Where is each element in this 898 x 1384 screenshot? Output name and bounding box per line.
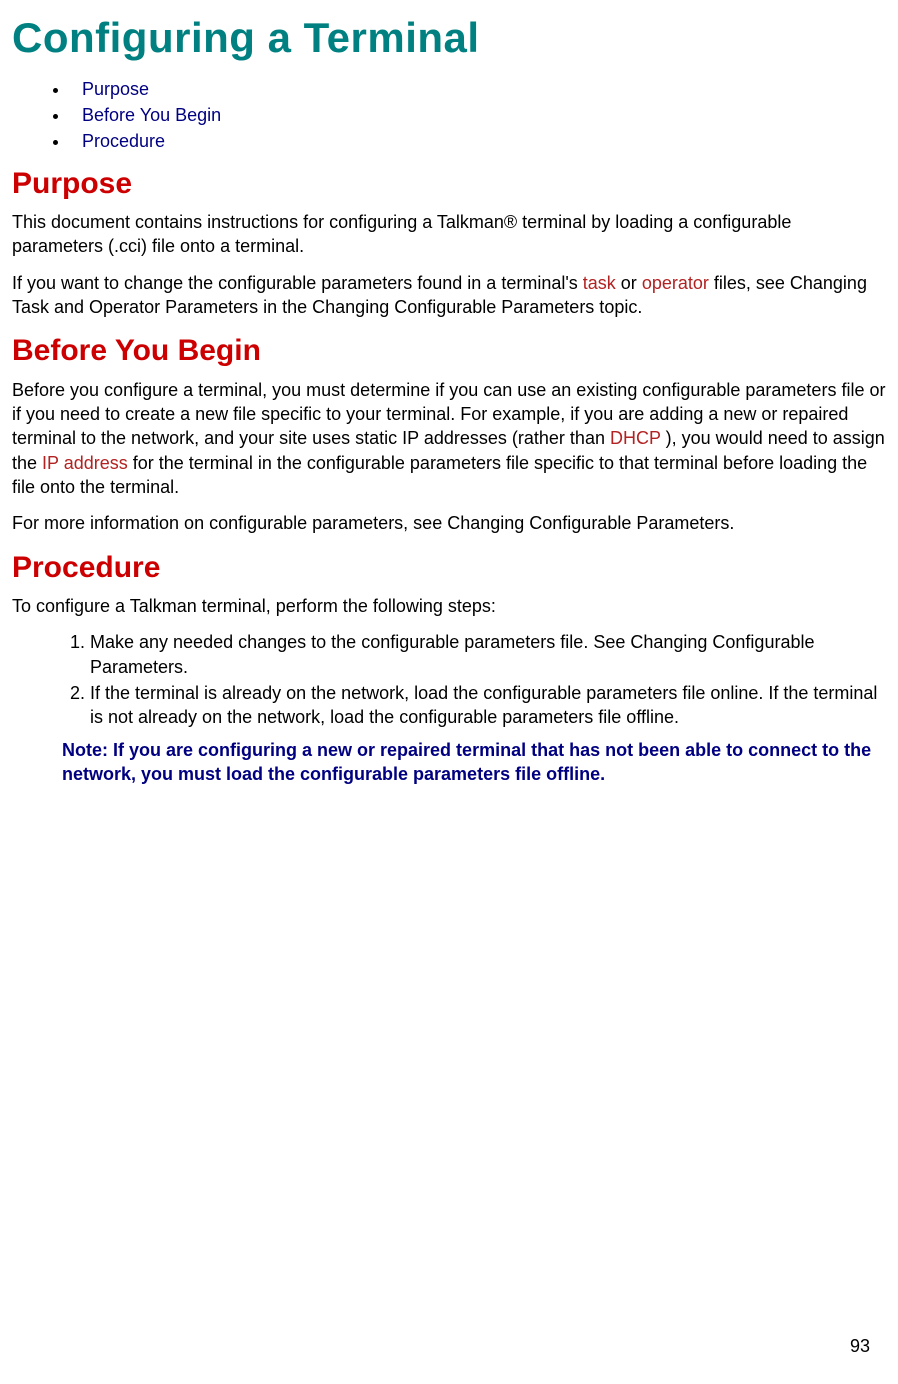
procedure-steps: Make any needed changes to the configura… — [12, 630, 886, 729]
page-title: Configuring a Terminal — [12, 10, 886, 67]
section-heading-before: Before You Begin — [12, 331, 886, 372]
toc-item: Before You Begin — [70, 103, 886, 127]
link-task[interactable]: task — [583, 273, 616, 293]
procedure-step: If the terminal is already on the networ… — [90, 681, 886, 730]
purpose-paragraph-1: This document contains instructions for … — [12, 210, 886, 259]
before-paragraph-1: Before you configure a terminal, you mus… — [12, 378, 886, 499]
procedure-step: Make any needed changes to the configura… — [90, 630, 886, 679]
link-dhcp[interactable]: DHCP — [610, 428, 661, 448]
before-paragraph-2: For more information on configurable par… — [12, 511, 886, 535]
text: for the terminal in the configurable par… — [12, 453, 867, 497]
procedure-intro: To configure a Talkman terminal, perform… — [12, 594, 886, 618]
link-ip-address[interactable]: IP address — [42, 453, 128, 473]
toc-item: Purpose — [70, 77, 886, 101]
text: If you want to change the configurable p… — [12, 273, 583, 293]
procedure-note: Note: If you are configuring a new or re… — [62, 738, 886, 787]
text: or — [616, 273, 642, 293]
section-heading-procedure: Procedure — [12, 548, 886, 589]
toc-link-purpose[interactable]: Purpose — [82, 79, 149, 99]
toc-link-procedure[interactable]: Procedure — [82, 131, 165, 151]
purpose-paragraph-2: If you want to change the configurable p… — [12, 271, 886, 320]
section-heading-purpose: Purpose — [12, 164, 886, 205]
page-number: 93 — [850, 1334, 870, 1358]
toc-list: Purpose Before You Begin Procedure — [12, 77, 886, 154]
toc-link-before[interactable]: Before You Begin — [82, 105, 221, 125]
toc-item: Procedure — [70, 129, 886, 153]
link-operator[interactable]: operator — [642, 273, 709, 293]
